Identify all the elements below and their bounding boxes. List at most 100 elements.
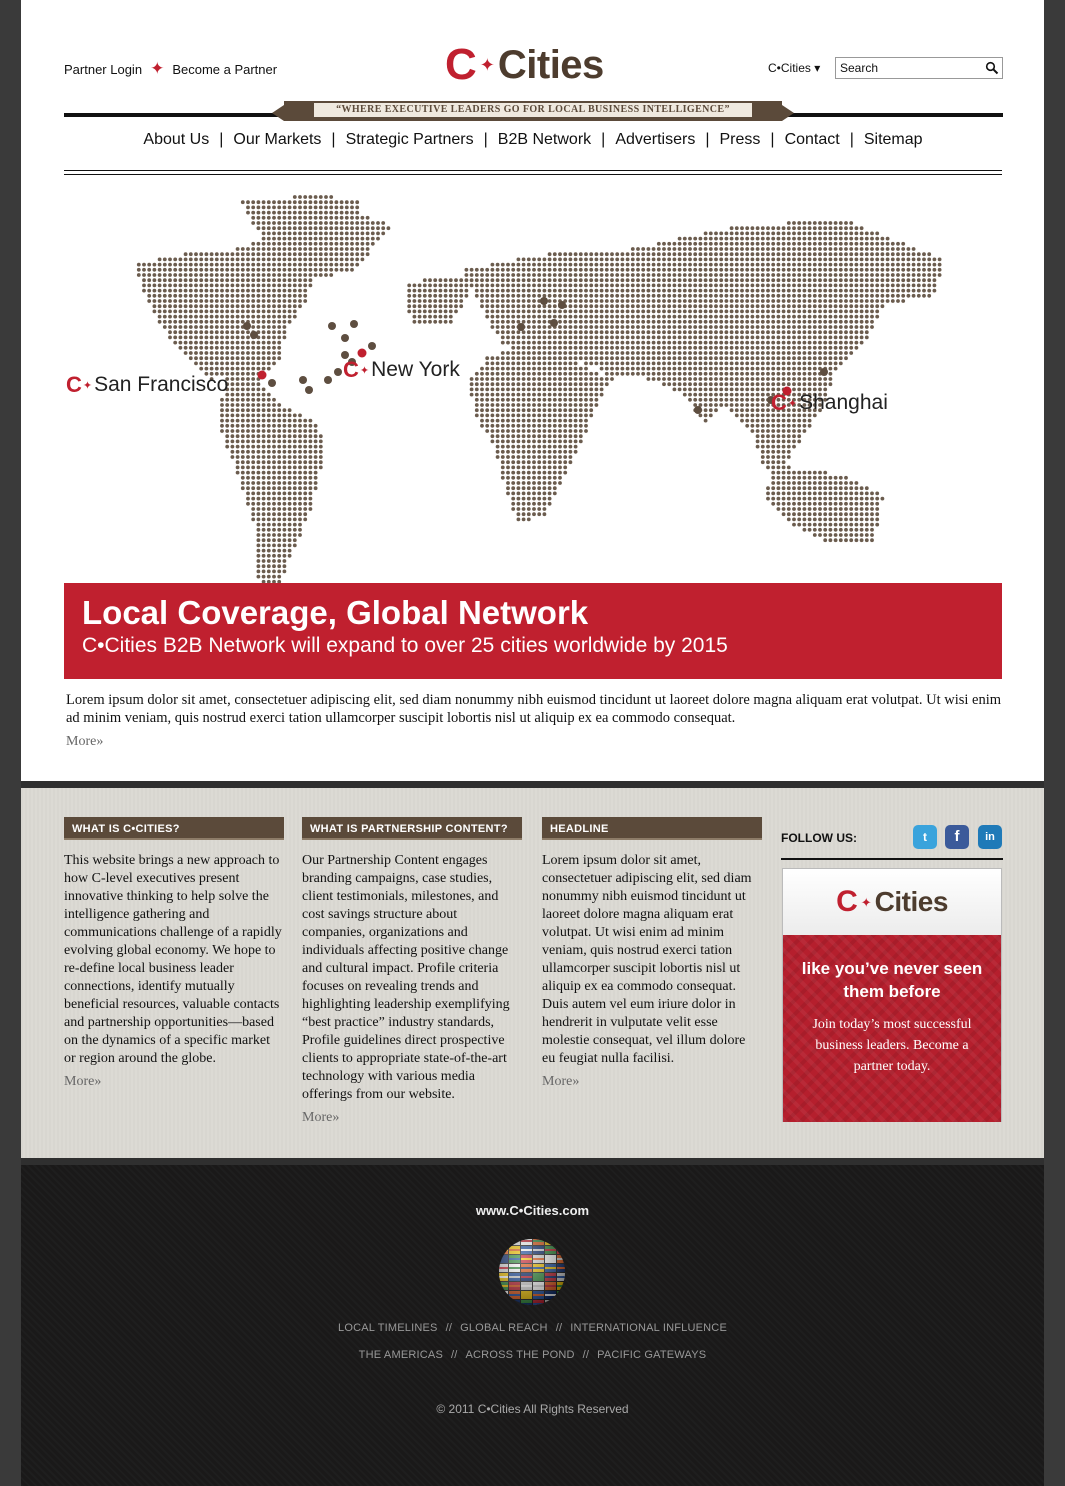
map-dot: [792, 439, 796, 444]
map-dot: [552, 304, 557, 309]
map-dot: [547, 366, 552, 371]
map-dot: [266, 501, 271, 506]
map-dot: [511, 361, 516, 366]
nav-item-sitemap[interactable]: Sitemap: [864, 131, 923, 148]
map-dot: [724, 403, 729, 407]
footer-link[interactable]: ACROSS THE POND: [466, 1349, 575, 1361]
intro-more-link[interactable]: More»: [66, 734, 103, 750]
map-dot: [792, 418, 796, 423]
map-dot: [677, 330, 682, 335]
column-more-link[interactable]: More»: [302, 1110, 522, 1126]
map-dot: [157, 257, 162, 262]
map-dot: [480, 371, 484, 376]
map-dot: [838, 340, 843, 345]
site-logo[interactable]: C ✦ Cities: [445, 43, 604, 88]
search-input[interactable]: [836, 58, 976, 78]
column-more-link[interactable]: More»: [542, 1074, 762, 1090]
map-dot: [662, 371, 666, 376]
column-more-link[interactable]: More»: [64, 1074, 284, 1090]
map-dot: [552, 288, 557, 293]
map-dot: [188, 325, 193, 329]
linkedin-icon[interactable]: in: [978, 825, 1002, 849]
city-label-new-york[interactable]: C ✦ New York: [343, 357, 460, 383]
city-dropdown[interactable]: C•Cities ▾: [768, 61, 820, 75]
search-icon[interactable]: [985, 61, 999, 75]
become-partner-link[interactable]: Become a Partner: [172, 62, 277, 77]
map-dot: [225, 351, 230, 355]
map-dot: [495, 293, 500, 298]
city-label-shanghai[interactable]: C ✦ Shanghai: [771, 390, 888, 416]
map-dot: [604, 325, 609, 329]
map-dot: [246, 392, 250, 397]
map-dot: [698, 371, 703, 376]
map-dot: [646, 377, 651, 381]
map-dot: [927, 257, 932, 262]
map-dot: [766, 247, 770, 251]
footer-url[interactable]: www.C•Cities.com: [21, 1203, 1044, 1218]
facebook-icon[interactable]: f: [945, 825, 969, 849]
partner-login-link[interactable]: Partner Login: [64, 62, 142, 77]
map-dot: [173, 262, 178, 267]
map-dot: [662, 247, 666, 251]
nav-item-about-us[interactable]: About Us: [143, 131, 209, 148]
map-dot: [729, 387, 734, 392]
map-dot: [261, 210, 266, 215]
nav-item-our-markets[interactable]: Our Markets: [233, 131, 321, 148]
map-dot: [240, 470, 245, 475]
footer-link[interactable]: THE AMERICAS: [359, 1349, 443, 1361]
map-dot: [516, 293, 521, 298]
map-dot: [490, 429, 495, 433]
footer-link[interactable]: LOCAL TIMELINES: [338, 1322, 438, 1334]
footer-link[interactable]: GLOBAL REACH: [460, 1322, 548, 1334]
footer-link[interactable]: PACIFIC GATEWAYS: [597, 1349, 706, 1361]
map-dot: [833, 491, 838, 496]
map-dot: [698, 267, 703, 272]
map-dot: [656, 335, 661, 340]
map-dot: [256, 449, 261, 454]
map-dot: [578, 366, 583, 371]
map-dot: [781, 444, 786, 449]
map-dot: [651, 366, 656, 371]
map-dot: [178, 319, 183, 324]
map-dot: [474, 387, 479, 392]
map-dot: [240, 486, 245, 491]
map-dot: [662, 283, 666, 288]
map-dot: [771, 429, 776, 433]
map-dot: [812, 221, 817, 225]
nav-item-b2b-network[interactable]: B2B Network: [498, 131, 591, 148]
map-dot: [740, 371, 744, 376]
map-dot: [573, 278, 578, 283]
map-dot: [542, 403, 547, 407]
map-dot: [454, 299, 458, 303]
map-dot: [490, 293, 495, 298]
map-dot: [750, 236, 755, 241]
map-dot: [506, 418, 510, 423]
map-dot: [532, 392, 536, 397]
map-dot: [480, 387, 484, 392]
map-dot: [526, 330, 531, 335]
map-dot: [495, 423, 500, 428]
map-dot: [188, 252, 193, 257]
city-label-san-francisco[interactable]: C ✦ San Francisco: [66, 372, 228, 398]
footer-link[interactable]: INTERNATIONAL INFLUENCE: [570, 1322, 727, 1334]
nav-item-strategic-partners[interactable]: Strategic Partners: [346, 131, 474, 148]
map-dot: [500, 304, 505, 309]
map-dot: [927, 262, 932, 267]
map-dot: [537, 345, 542, 350]
nav-item-contact[interactable]: Contact: [785, 131, 840, 148]
twitter-icon[interactable]: t: [913, 825, 937, 849]
nav-item-advertisers[interactable]: Advertisers: [615, 131, 695, 148]
map-dot: [173, 273, 178, 277]
city-marker[interactable]: [257, 370, 267, 380]
map-dot: [521, 465, 526, 470]
partner-ad[interactable]: C ✦ Cities like you’ve never seen them b…: [782, 868, 1002, 1122]
map-dot: [641, 247, 646, 251]
map-dot: [849, 501, 854, 506]
nav-item-press[interactable]: Press: [720, 131, 761, 148]
map-dot: [812, 377, 817, 381]
map-dot: [838, 501, 843, 506]
map-dot: [220, 340, 224, 345]
map-dot: [272, 501, 276, 506]
map-dot: [246, 345, 250, 350]
map-dot: [480, 423, 484, 428]
